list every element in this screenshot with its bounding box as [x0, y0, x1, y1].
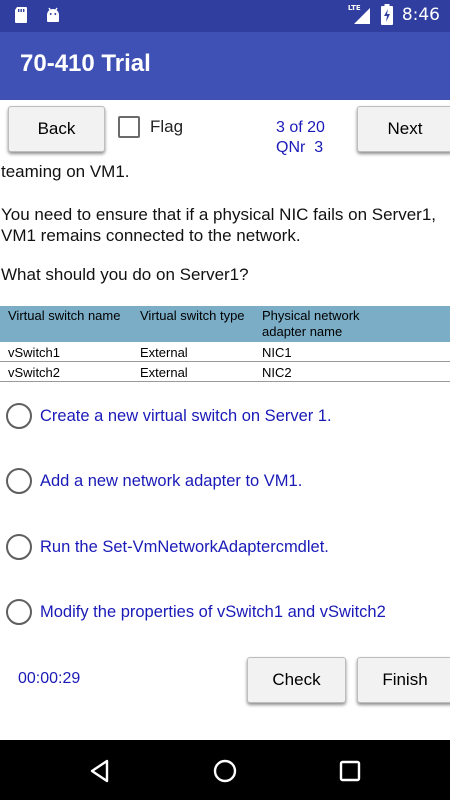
recents-nav-icon[interactable] [335, 756, 365, 786]
question-line: VM1 remains connected to the network. [1, 226, 301, 245]
table-cell: vSwitch2 [8, 365, 61, 380]
answer-label[interactable]: Add a new network adapter to VM1. [40, 472, 302, 491]
answer-label[interactable]: Create a new virtual switch on Server 1. [40, 407, 332, 426]
back-button[interactable]: Back [8, 106, 105, 152]
system-nav-bar [0, 740, 450, 800]
question-position: 3 of 20 [276, 119, 325, 136]
radio-button[interactable] [6, 468, 32, 494]
table-header-line: adapter name [262, 324, 343, 339]
finish-button[interactable]: Finish [357, 657, 450, 703]
status-bar: LTE 8:46 [0, 0, 450, 32]
answer-option-3[interactable]: Run the Set-VmNetworkAdaptercmdlet. [6, 527, 446, 567]
flag-checkbox-group[interactable]: Flag [118, 116, 183, 138]
android-icon [44, 6, 62, 24]
question-line: You need to ensure that if a physical NI… [1, 205, 437, 224]
radio-button[interactable] [6, 599, 32, 625]
question-line: What should you do on Server1? [1, 265, 249, 284]
answer-option-1[interactable]: Create a new virtual switch on Server 1. [6, 396, 446, 436]
question-number: QNr 3 [276, 139, 324, 156]
next-button[interactable]: Next [357, 106, 450, 152]
answer-label[interactable]: Modify the properties of vSwitch1 and vS… [40, 603, 386, 622]
table-header-physical-network: Physical network adapter name [262, 308, 360, 340]
answer-option-4[interactable]: Modify the properties of vSwitch1 and vS… [6, 592, 446, 632]
radio-button[interactable] [6, 403, 32, 429]
flag-label: Flag [150, 117, 184, 136]
lte-signal-icon: LTE [348, 4, 372, 26]
question-counter: 3 of 20 QNr 3 [276, 118, 325, 158]
table-header: Virtual switch name Virtual switch type … [0, 306, 450, 342]
status-right-icons: LTE 8:46 [348, 4, 440, 26]
check-button[interactable]: Check [247, 657, 346, 703]
table-cell: vSwitch1 [8, 345, 61, 360]
answer-option-2[interactable]: Add a new network adapter to VM1. [6, 461, 446, 501]
elapsed-timer: 00:00:29 [18, 670, 81, 687]
question-line: teaming on VM1. [1, 162, 130, 181]
table-row: vSwitch2 External NIC2 [0, 363, 450, 382]
status-time: 8:46 [401, 5, 440, 25]
table-header-switch-name: Virtual switch name [8, 308, 121, 323]
status-left-icons [12, 6, 62, 24]
back-nav-icon[interactable] [85, 756, 115, 786]
battery-charging-icon [380, 4, 394, 26]
app-title: 70-410 Trial [20, 50, 151, 77]
table-cell: NIC2 [262, 365, 292, 380]
sd-card-icon [12, 6, 30, 24]
table-header-switch-type: Virtual switch type [140, 308, 245, 323]
flag-checkbox[interactable] [118, 116, 140, 138]
table-row: vSwitch1 External NIC1 [0, 343, 450, 362]
question-text: teaming on VM1. You need to ensure that … [0, 158, 450, 308]
answer-label[interactable]: Run the Set-VmNetworkAdaptercmdlet. [40, 538, 329, 557]
app-bar: 70-410 Trial [0, 32, 450, 100]
table-cell: NIC1 [262, 345, 292, 360]
table-cell: External [140, 365, 188, 380]
home-nav-icon[interactable] [210, 756, 240, 786]
table-header-line: Physical network [262, 308, 360, 323]
table-cell: External [140, 345, 188, 360]
radio-button[interactable] [6, 534, 32, 560]
